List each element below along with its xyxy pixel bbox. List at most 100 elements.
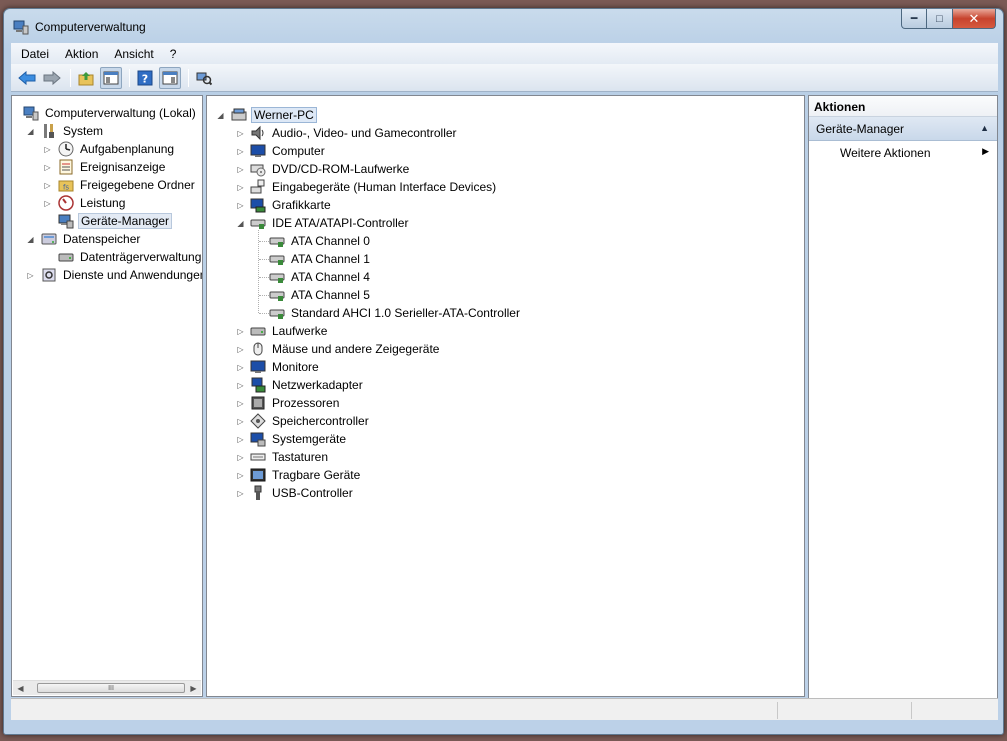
tree-item-datenspeicher[interactable]: Datenspeicher bbox=[41, 230, 142, 248]
device-tree-panel: Werner-PC ◢ Audio-, Video- und Gamecontrol… bbox=[206, 95, 805, 697]
computer-management-icon bbox=[13, 20, 29, 35]
expanded-arrow-icon[interactable]: ◢ bbox=[26, 235, 35, 244]
scrollbar-thumb[interactable]: III bbox=[37, 683, 185, 693]
tree-connector bbox=[259, 313, 269, 314]
window: Computerverwaltung ━ □ ✕ Datei Aktion An… bbox=[3, 8, 1004, 735]
menu-aktion[interactable]: Aktion bbox=[59, 47, 104, 61]
maximize-button[interactable]: □ bbox=[927, 9, 953, 29]
collapsed-arrow-icon[interactable]: ▷ bbox=[236, 453, 245, 462]
help-icon: ? bbox=[137, 70, 153, 85]
toolbar-separator bbox=[70, 68, 71, 87]
collapsed-arrow-icon[interactable]: ▷ bbox=[236, 147, 245, 156]
actions-section-label: Geräte-Manager bbox=[816, 122, 905, 136]
collapsed-arrow-icon[interactable]: ▷ bbox=[43, 163, 52, 172]
device-category[interactable]: Mäuse und andere Zeigegeräte bbox=[250, 340, 441, 358]
collapsed-arrow-icon[interactable]: ▷ bbox=[236, 399, 245, 408]
device-tree-root[interactable]: Werner-PC bbox=[231, 106, 317, 124]
device-category[interactable]: Computer bbox=[250, 142, 327, 160]
scan-hardware-button[interactable] bbox=[193, 67, 215, 89]
expanded-arrow-icon[interactable]: ◢ bbox=[26, 127, 35, 136]
close-icon: ✕ bbox=[968, 10, 980, 26]
forward-button[interactable] bbox=[41, 67, 63, 89]
tree-item-computerverwaltung-lokal-[interactable]: Computerverwaltung (Lokal) bbox=[23, 104, 198, 122]
tree-item-dienste-und-anwendungen[interactable]: Dienste und Anwendungen bbox=[41, 266, 202, 284]
show-hide-tree-button[interactable] bbox=[100, 66, 122, 89]
performance-icon bbox=[58, 195, 74, 211]
device-category[interactable]: Netzwerkadapter bbox=[250, 376, 365, 394]
collapsed-arrow-icon[interactable]: ▷ bbox=[236, 489, 245, 498]
system-devices-icon bbox=[250, 432, 266, 447]
device-category[interactable]: DVD/CD-ROM-Laufwerke bbox=[250, 160, 411, 178]
help-button[interactable]: ? bbox=[134, 67, 156, 89]
collapsed-arrow-icon[interactable]: ▷ bbox=[236, 327, 245, 336]
tree-item-aufgabenplanung[interactable]: Aufgabenplanung bbox=[58, 140, 176, 158]
collapsed-arrow-icon[interactable]: ▷ bbox=[236, 363, 245, 372]
display-adapter-icon bbox=[250, 198, 266, 213]
collapsed-arrow-icon[interactable]: ▷ bbox=[236, 381, 245, 390]
device-category[interactable]: Prozessoren bbox=[250, 394, 341, 412]
more-actions-item[interactable]: Weitere Aktionen ▶ bbox=[809, 141, 997, 163]
collapse-up-icon[interactable]: ▲ bbox=[980, 123, 989, 133]
menu-ansicht[interactable]: Ansicht bbox=[108, 47, 159, 61]
title-bar[interactable]: Computerverwaltung ━ □ ✕ bbox=[4, 9, 1003, 42]
device-category[interactable]: Tastaturen bbox=[250, 448, 330, 466]
menu-help[interactable]: ? bbox=[164, 47, 183, 61]
mouse-icon bbox=[253, 342, 263, 356]
collapsed-arrow-icon[interactable]: ▷ bbox=[43, 181, 52, 190]
device-category[interactable]: Tragbare Geräte bbox=[250, 466, 362, 484]
collapsed-arrow-icon[interactable]: ▷ bbox=[236, 471, 245, 480]
tree-item-datenträgerverwaltung[interactable]: Datenträgerverwaltung bbox=[58, 248, 202, 266]
device-category[interactable]: Eingabegeräte (Human Interface Devices) bbox=[250, 178, 498, 196]
expanded-arrow-icon[interactable]: ◢ bbox=[216, 111, 225, 120]
collapsed-arrow-icon[interactable]: ▷ bbox=[236, 201, 245, 210]
show-hide-action-pane-button[interactable] bbox=[159, 66, 181, 89]
scroll-right-icon[interactable]: ▶ bbox=[186, 681, 201, 695]
toolbar-separator bbox=[129, 68, 130, 87]
device-category[interactable]: Audio-, Video- und Gamecontroller bbox=[250, 124, 459, 142]
collapsed-arrow-icon[interactable]: ▷ bbox=[26, 271, 35, 280]
tree-item-leistung[interactable]: Leistung bbox=[58, 194, 127, 212]
device-item[interactable]: ATA Channel 1 bbox=[269, 250, 372, 268]
device-category[interactable]: Grafikkarte bbox=[250, 196, 333, 214]
device-category[interactable]: Laufwerke bbox=[250, 322, 329, 340]
folder-up-icon bbox=[78, 71, 94, 85]
device-item[interactable]: ATA Channel 0 bbox=[269, 232, 372, 250]
disk-drive-icon bbox=[250, 327, 266, 336]
tree-item-ereignisanzeige[interactable]: Ereignisanzeige bbox=[58, 158, 167, 176]
device-item[interactable]: ATA Channel 5 bbox=[269, 286, 372, 304]
scroll-left-icon[interactable]: ◀ bbox=[13, 681, 28, 695]
device-item[interactable]: Standard AHCI 1.0 Serieller-ATA-Controll… bbox=[269, 304, 522, 322]
collapsed-arrow-icon[interactable]: ▷ bbox=[236, 183, 245, 192]
collapsed-arrow-icon[interactable]: ▷ bbox=[236, 435, 245, 444]
horizontal-scrollbar[interactable]: ◀ III ▶ bbox=[13, 680, 201, 695]
device-category[interactable]: USB-Controller bbox=[250, 484, 355, 502]
up-folder-button[interactable] bbox=[75, 67, 97, 89]
collapsed-arrow-icon[interactable]: ▷ bbox=[236, 417, 245, 426]
collapsed-arrow-icon[interactable]: ▷ bbox=[236, 129, 245, 138]
device-category[interactable]: IDE ATA/ATAPI-Controller bbox=[250, 214, 410, 232]
collapsed-arrow-icon[interactable]: ▷ bbox=[43, 199, 52, 208]
tree-item-geräte-manager[interactable]: Geräte-Manager bbox=[58, 212, 173, 230]
disk-management-icon bbox=[58, 253, 74, 262]
ata-channel-icon bbox=[269, 309, 285, 319]
collapsed-arrow-icon[interactable]: ▷ bbox=[236, 345, 245, 354]
device-item[interactable]: ATA Channel 4 bbox=[269, 268, 372, 286]
collapsed-arrow-icon[interactable]: ▷ bbox=[43, 145, 52, 154]
dvd-drive-icon bbox=[250, 164, 266, 177]
device-category[interactable]: Speichercontroller bbox=[250, 412, 371, 430]
tree-item-system[interactable]: System bbox=[41, 122, 105, 140]
device-category[interactable]: Monitore bbox=[250, 358, 321, 376]
computer-icon bbox=[231, 108, 247, 121]
status-bar bbox=[11, 698, 998, 720]
menu-datei[interactable]: Datei bbox=[15, 47, 55, 61]
expanded-arrow-icon[interactable]: ◢ bbox=[236, 219, 245, 228]
device-category[interactable]: Systemgeräte bbox=[250, 430, 348, 448]
close-button[interactable]: ✕ bbox=[953, 9, 996, 29]
back-button[interactable] bbox=[16, 67, 38, 89]
minimize-button[interactable]: ━ bbox=[901, 9, 927, 29]
portable-device-icon bbox=[250, 468, 266, 482]
back-arrow-icon bbox=[18, 70, 36, 85]
actions-section-device-manager[interactable]: Geräte-Manager ▲ bbox=[809, 117, 997, 141]
tree-item-freigegebene-ordner[interactable]: fs Freigegebene Ordner bbox=[58, 176, 197, 194]
collapsed-arrow-icon[interactable]: ▷ bbox=[236, 165, 245, 174]
